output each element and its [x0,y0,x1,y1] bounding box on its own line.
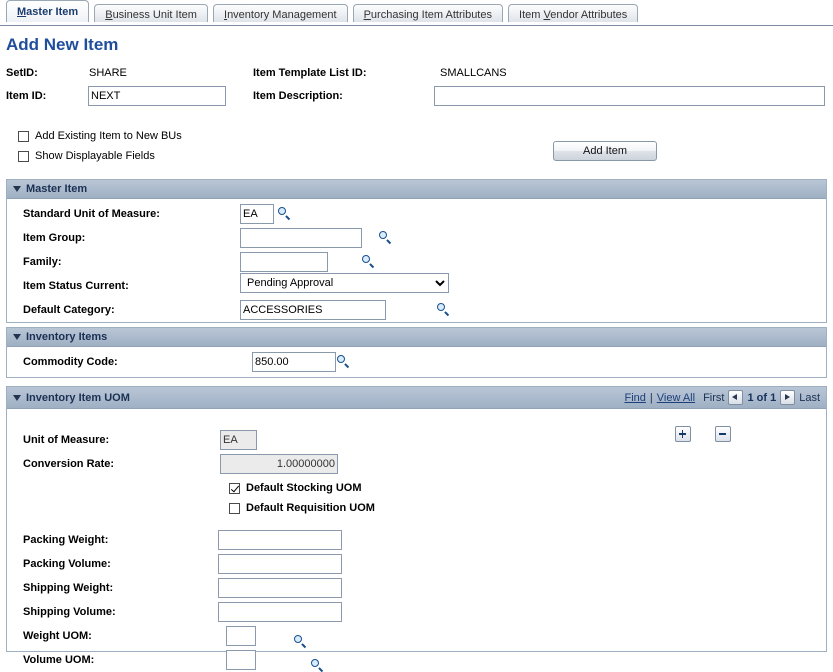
add-row-button[interactable] [675,426,691,442]
item-description-label: Item Description: [253,90,343,102]
default-stocking-uom-label: Default Stocking UOM [246,482,362,494]
add-existing-item-label: Add Existing Item to New BUs [35,130,182,142]
volume-uom-input[interactable] [226,650,256,670]
default-category-input[interactable] [240,300,386,320]
shipping-volume-input[interactable] [218,602,342,622]
default-requisition-uom-label: Default Requisition UOM [246,502,375,514]
commodity-code-lookup-icon[interactable] [336,354,350,368]
inventory-item-uom-section-header: Inventory Item UOM Find | View All First… [7,387,826,409]
setid-value: SHARE [89,67,127,79]
packing-weight-input[interactable] [218,530,342,550]
volume-uom-label: Volume UOM: [23,654,94,666]
master-item-section-header[interactable]: Master Item [7,180,826,199]
inventory-item-uom-section-title: Inventory Item UOM [26,392,130,404]
default-requisition-uom-checkbox[interactable] [229,503,240,514]
tab-bar: MMaster Itemaster Item Business Unit Ite… [0,0,833,26]
page-title: Add New Item [6,35,833,55]
weight-uom-label: Weight UOM: [23,630,92,642]
conversion-rate-label: Conversion Rate: [23,458,114,470]
default-stocking-uom-checkbox[interactable] [229,483,240,494]
weight-uom-input[interactable] [226,626,256,646]
master-item-section-title: Master Item [26,183,87,195]
conversion-rate-input[interactable] [220,454,338,474]
shipping-volume-label: Shipping Volume: [23,606,116,618]
item-group-label: Item Group: [23,232,85,244]
item-template-list-id-label: Item Template List ID: [253,67,366,79]
uom-label: Unit of Measure: [23,434,109,446]
standard-uom-input[interactable] [240,204,274,224]
collapse-triangle-icon[interactable] [13,334,21,340]
packing-weight-label: Packing Weight: [23,534,108,546]
item-group-lookup-icon[interactable] [378,230,392,244]
item-id-label: Item ID: [6,90,46,102]
tab-master-item[interactable]: MMaster Itemaster Item [6,0,89,22]
family-label: Family: [23,256,62,268]
family-input[interactable] [240,252,328,272]
show-displayable-fields-row[interactable]: Show Displayable Fields [18,147,155,165]
volume-uom-lookup-icon[interactable] [310,658,324,672]
shipping-weight-label: Shipping Weight: [23,582,113,594]
row-counter: 1 of 1 [747,392,776,404]
inventory-items-section-header[interactable]: Inventory Items [7,328,826,347]
default-category-lookup-icon[interactable] [436,302,450,316]
tab-item-vendor-attributes[interactable]: Item Vendor Attributes [508,4,638,22]
tab-purchasing-item-attributes[interactable]: Purchasing Item Attributes [353,4,503,22]
item-group-input[interactable] [240,228,362,248]
master-item-section: Master Item Standard Unit of Measure: It… [6,179,827,323]
default-category-label: Default Category: [23,304,115,316]
setid-label: SetID: [6,67,38,79]
commodity-code-input[interactable] [252,352,336,372]
show-displayable-fields-label: Show Displayable Fields [35,150,155,162]
inventory-items-section-body: Commodity Code: [7,347,826,377]
collapse-triangle-icon[interactable] [13,186,21,192]
collapse-triangle-icon[interactable] [13,395,21,401]
view-all-link[interactable]: View All [657,392,695,404]
last-label[interactable]: Last [799,392,820,404]
inventory-item-uom-section: Inventory Item UOM Find | View All First… [6,386,827,652]
delete-row-button[interactable] [715,426,731,442]
default-requisition-uom-row[interactable]: Default Requisition UOM [229,502,375,514]
shipping-weight-input[interactable] [218,578,342,598]
add-item-button[interactable]: Add Item [553,141,657,161]
master-item-section-body: Standard Unit of Measure: Item Group: Fa… [7,199,826,322]
tab-business-unit-item[interactable]: Business Unit Item [94,4,208,22]
inventory-items-section: Inventory Items Commodity Code: [6,327,827,378]
commodity-code-label: Commodity Code: [23,356,118,368]
inventory-items-section-title: Inventory Items [26,331,107,343]
top-form: SetID: SHARE Item Template List ID: SMAL… [0,63,833,123]
uom-input[interactable] [220,430,257,450]
show-displayable-fields-checkbox[interactable] [18,151,29,162]
inventory-item-uom-section-body: Unit of Measure: Conversion Rate: Defaul… [7,409,826,651]
find-link[interactable]: Find [624,392,645,404]
item-status-current-label: Item Status Current: [23,280,129,292]
first-label[interactable]: First [703,392,724,404]
standard-uom-lookup-icon[interactable] [277,206,291,220]
add-existing-item-checkbox[interactable] [18,131,29,142]
previous-row-icon[interactable] [728,390,743,405]
tab-inventory-management[interactable]: Inventory Management [213,4,348,22]
item-template-list-id-value: SMALLCANS [440,67,507,79]
grid-navigation: Find | View All First 1 of 1 Last [624,390,820,405]
item-status-current-select[interactable]: Pending Approval [240,273,449,293]
packing-volume-input[interactable] [218,554,342,574]
weight-uom-lookup-icon[interactable] [293,634,307,648]
next-row-icon[interactable] [780,390,795,405]
add-existing-item-row[interactable]: Add Existing Item to New BUs [18,127,833,145]
standard-uom-label: Standard Unit of Measure: [23,208,160,220]
nav-separator: | [650,392,653,404]
item-id-input[interactable] [88,86,226,106]
default-stocking-uom-row[interactable]: Default Stocking UOM [229,482,362,494]
family-lookup-icon[interactable] [361,254,375,268]
item-description-input[interactable] [434,86,825,106]
packing-volume-label: Packing Volume: [23,558,111,570]
